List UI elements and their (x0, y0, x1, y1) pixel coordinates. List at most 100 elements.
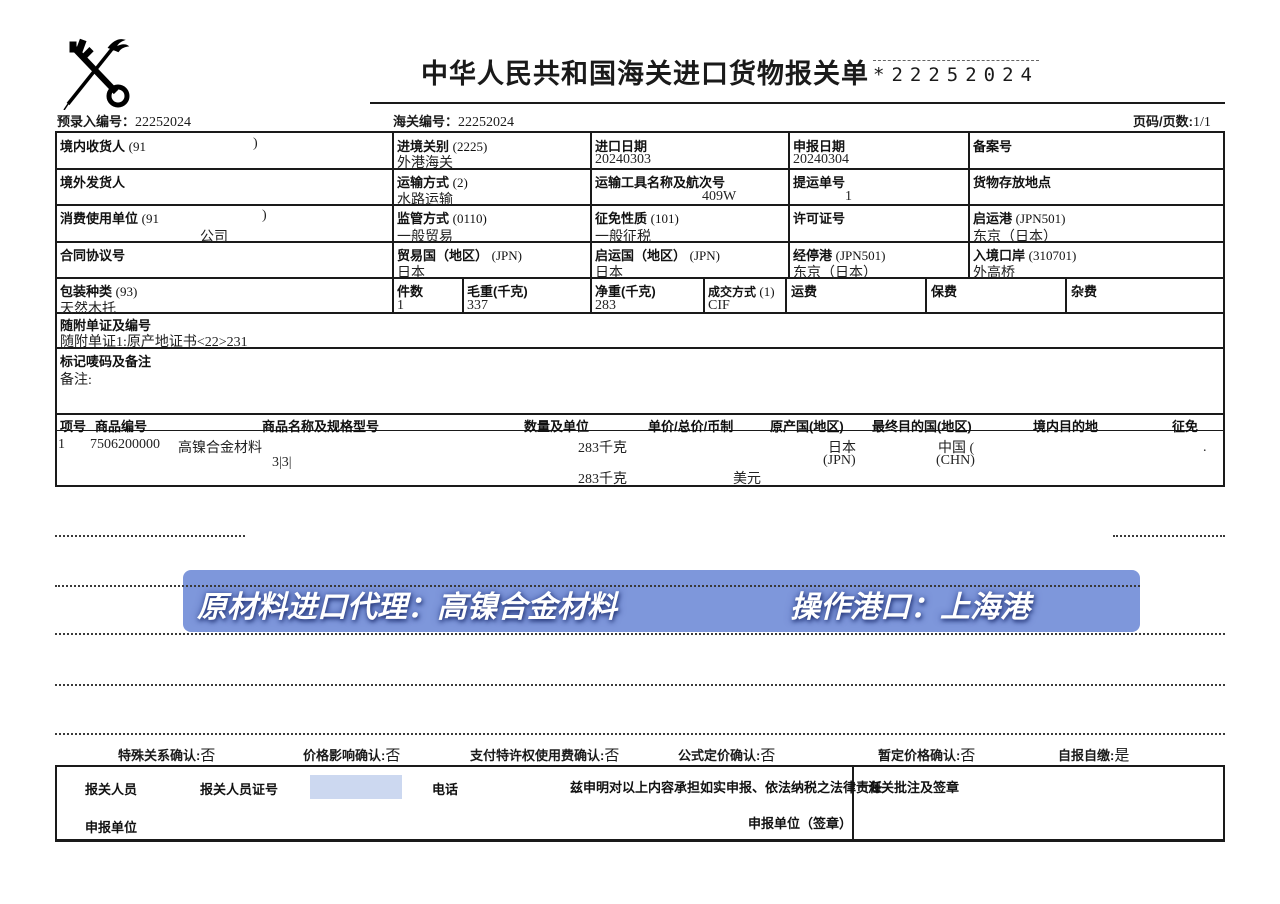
declaration-phone-label: 电话 (432, 779, 458, 798)
field-stopover-port-value: 东京（日本） (793, 262, 877, 282)
confirm-value: 是 (1114, 748, 1129, 764)
watermark-banner: 原材料进口代理：高镍合金材料 操作港口：上海港 (183, 570, 1140, 632)
field-entry-port-value: 外高桥 (973, 262, 1015, 282)
column-divider (392, 131, 394, 312)
field-trade-country-value: 日本 (397, 262, 425, 282)
field-insurance: 保费 (931, 281, 957, 300)
field-supervision-mode: 监管方式 (0110) (397, 208, 487, 227)
row-divider (55, 312, 1225, 314)
field-record-no: 备案号 (973, 136, 1012, 155)
goods-item-trailing-mark: . (1203, 440, 1207, 456)
column-divider (925, 277, 927, 312)
field-code: (JPN) (690, 248, 720, 263)
confirm-label: 暂定价格确认: (878, 748, 960, 763)
field-label: 启运港 (973, 211, 1012, 226)
field-label: 运输方式 (397, 175, 449, 190)
row-divider (55, 204, 1225, 206)
field-net-weight-value: 283 (595, 298, 616, 314)
field-code: (1) (759, 284, 774, 299)
field-code: (2225) (453, 139, 488, 154)
main-box-top-border (55, 131, 1225, 133)
goods-header-domestic-destination: 境内目的地 (1033, 416, 1098, 435)
field-freight: 运费 (791, 281, 817, 300)
field-attached-docs-value: 随附单证1:原产地证书<22>231 (60, 331, 248, 351)
field-levy-nature: 征免性质 (101) (595, 208, 679, 227)
goods-item-spec: 3|3| (272, 455, 292, 471)
goods-item-code: 7506200000 (90, 437, 160, 453)
goods-header-item-no: 项号 (60, 416, 86, 435)
field-entry-customs-value: 外港海关 (397, 152, 453, 172)
page-indicator: 页码/页数:1/1 (1133, 111, 1211, 131)
goods-header-destination-country: 最终目的国(地区) (872, 416, 972, 435)
column-divider (785, 277, 787, 312)
goods-header-code: 商品编号 (95, 416, 147, 435)
field-code: (2) (453, 175, 468, 190)
field-levy-nature-value: 一般征税 (595, 226, 651, 246)
field-transport-name-value: 409W (702, 189, 736, 205)
declaration-agent-id-label: 报关人员证号 (200, 779, 278, 798)
field-transaction-mode-value: CIF (708, 298, 730, 314)
dotted-row-divider (55, 585, 1140, 587)
dotted-row-divider (1113, 535, 1225, 537)
confirm-provisional-price: 暂定价格确认:否 (878, 744, 975, 765)
field-code: (JPN501) (1016, 211, 1066, 226)
field-label: 入境口岸 (973, 248, 1025, 263)
confirm-value: 否 (760, 748, 775, 764)
confirm-label: 特殊关系确认: (118, 748, 200, 763)
field-pieces-value: 1 (397, 298, 404, 314)
goods-item-name: 高镍合金材料 (178, 437, 262, 457)
field-code: (JPN501) (836, 248, 886, 263)
field-license-no: 许可证号 (793, 208, 845, 227)
goods-item-currency: 美元 (733, 468, 761, 488)
column-divider (703, 277, 705, 312)
banner-left-text: 原材料进口代理：高镍合金材料 (197, 582, 617, 626)
confirm-label: 价格影响确认: (303, 748, 385, 763)
declaration-agent-label: 报关人员 (85, 779, 137, 798)
dotted-row-divider (55, 733, 1225, 735)
header-divider (370, 102, 1225, 104)
field-code: (310701) (1029, 248, 1077, 263)
confirm-price-influence: 价格影响确认:否 (303, 744, 400, 765)
confirm-value: 否 (604, 748, 619, 764)
field-code: (0110) (453, 211, 487, 226)
goods-item-origin-code: (JPN) (823, 453, 856, 469)
column-divider (788, 131, 790, 277)
confirm-label: 公式定价确认: (678, 748, 760, 763)
page-label: 页码/页数: (1133, 114, 1193, 129)
goods-item-qty-2: 283千克 (578, 468, 627, 488)
goods-header-qty-unit: 数量及单位 (524, 416, 589, 435)
declaration-box-left-border (55, 765, 57, 842)
field-supervision-mode-value: 一般贸易 (397, 226, 453, 246)
declaration-statement: 兹申明对以上内容承担如实申报、依法纳税之法律责任 (570, 777, 882, 796)
goods-header-levy-exempt: 征免 (1172, 416, 1198, 435)
goods-header-top-border (55, 413, 1225, 415)
pre-entry-label: 预录入编号： (57, 114, 135, 129)
column-divider (968, 131, 970, 277)
confirm-formula-pricing: 公式定价确认:否 (678, 744, 775, 765)
declaration-signature-label: 申报单位（签章） (748, 813, 852, 832)
dotted-row-divider (55, 633, 1225, 635)
form-title: 中华人民共和国海关进口货物报关单 (421, 52, 869, 91)
field-consignee-close-paren: ) (253, 136, 258, 152)
declaration-box-right-border (1223, 765, 1225, 842)
field-label: 包装种类 (60, 284, 112, 299)
goods-item-no: 1 (58, 437, 65, 453)
field-label: 消费使用单位 (60, 211, 138, 226)
dotted-row-divider (55, 535, 245, 537)
confirm-special-relation: 特殊关系确认:否 (118, 744, 215, 765)
customs-number-label: 海关编号： (393, 114, 458, 129)
main-box-left-border (55, 131, 57, 487)
row-divider (55, 277, 1225, 279)
field-label: 监管方式 (397, 211, 449, 226)
field-code: (91 (129, 139, 146, 154)
customs-import-declaration-form: 中华人民共和国海关进口货物报关单 *22252024 预录入编号：2225202… (0, 0, 1280, 904)
row-divider (55, 168, 1225, 170)
field-transport-mode-value: 水路运输 (397, 189, 453, 209)
field-code: (JPN) (492, 248, 522, 263)
column-divider (462, 277, 464, 312)
field-label: 经停港 (793, 248, 832, 263)
field-marks-notes-value: 备注: (60, 369, 92, 389)
declaration-unit-label: 申报单位 (85, 817, 137, 836)
confirm-label: 支付特许权使用费确认: (470, 748, 604, 763)
field-label: 启运国（地区） (595, 248, 686, 263)
